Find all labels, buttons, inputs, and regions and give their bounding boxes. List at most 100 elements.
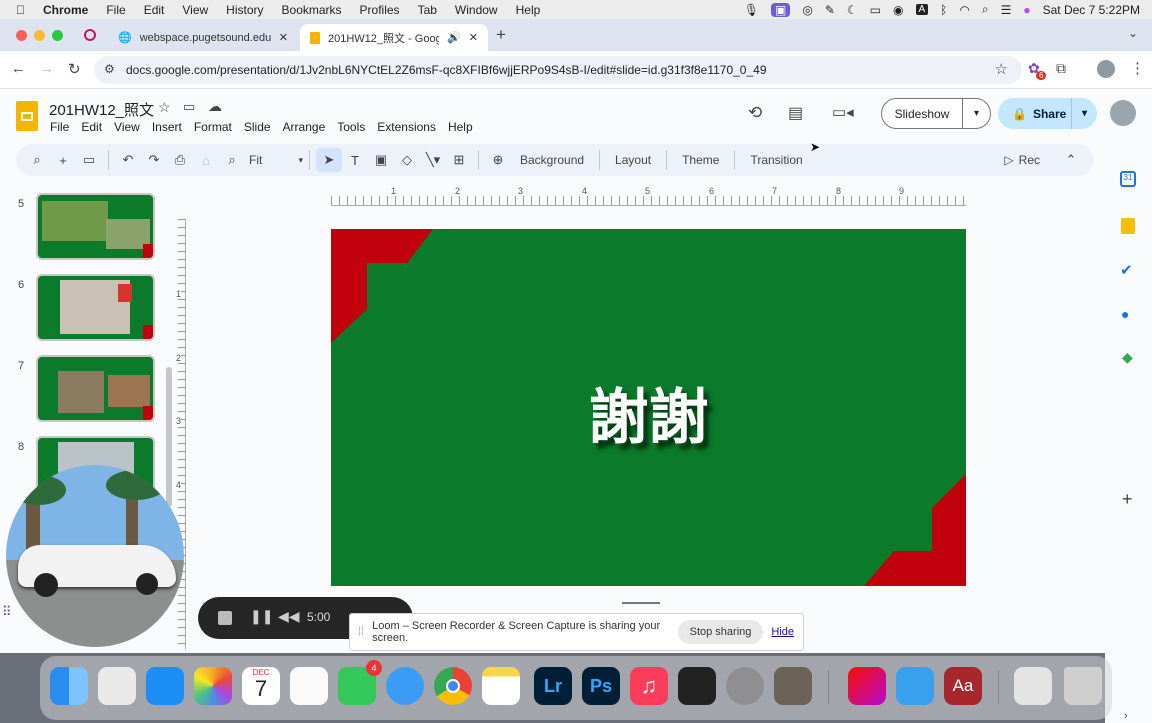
share-dropdown-icon[interactable]: ▾ <box>1071 98 1097 129</box>
photoshop-icon[interactable]: Ps <box>582 667 620 705</box>
docs-menu-file[interactable]: File <box>50 120 69 134</box>
zoom-icon[interactable]: ⌕ <box>219 148 245 172</box>
close-tab-icon[interactable]: ✕ <box>469 31 478 44</box>
paint-format-icon[interactable]: ⌂ <box>193 148 219 172</box>
keep-icon[interactable] <box>1121 218 1135 234</box>
chrome-menu-icon[interactable]: ⋮ <box>1130 59 1145 77</box>
safari-icon[interactable] <box>386 667 424 705</box>
app-store-house-icon[interactable] <box>774 667 812 705</box>
menu-history[interactable]: History <box>217 3 272 17</box>
microphone-icon[interactable]: 🎙 <box>744 3 759 17</box>
slide-text-box[interactable]: 謝謝 <box>331 369 966 456</box>
input-source-icon[interactable]: A <box>915 4 929 15</box>
app-menu-chrome[interactable]: Chrome <box>34 3 97 17</box>
menu-edit[interactable]: Edit <box>135 3 174 17</box>
notes-icon[interactable] <box>482 667 520 705</box>
spotlight-search-icon[interactable]: ⌕ <box>982 2 989 17</box>
wifi-icon[interactable]: ◠ <box>959 3 969 17</box>
menu-profiles[interactable]: Profiles <box>351 3 409 17</box>
privacy-status-icon[interactable]: ◎ <box>802 3 812 17</box>
select-pointer-icon[interactable]: ➤ <box>316 148 342 172</box>
docs-menu-insert[interactable]: Insert <box>152 120 182 134</box>
loom-camera-bubble[interactable] <box>6 465 184 647</box>
move-folder-icon[interactable]: ▭ <box>183 99 195 115</box>
tab-webspace[interactable]: 🌐 webspace.pugetsound.edu/fa ✕ <box>108 24 298 51</box>
lightroom-icon[interactable]: Lr <box>534 667 572 705</box>
mail-icon[interactable] <box>146 667 184 705</box>
profile-avatar[interactable] <box>1097 60 1115 78</box>
focus-moon-icon[interactable]: ☾ <box>847 3 858 17</box>
calendar-icon[interactable]: 31 <box>1120 171 1136 187</box>
add-comment-icon[interactable]: ⊕ <box>485 148 511 172</box>
chrome-icon[interactable] <box>434 667 472 705</box>
cloud-saved-icon[interactable]: ☁ <box>208 98 222 115</box>
extensions-puzzle-icon[interactable]: ⧉ <box>1056 60 1066 77</box>
insert-image-icon[interactable]: ▣ <box>368 148 394 172</box>
search-menus-icon[interactable]: ⌕ <box>24 148 50 172</box>
creative-cloud-icon[interactable] <box>848 667 886 705</box>
menu-view[interactable]: View <box>173 3 217 17</box>
dictionary-icon[interactable]: Aa <box>944 667 982 705</box>
reminders-icon[interactable] <box>290 667 328 705</box>
replace-image-icon[interactable]: ⊞ <box>446 148 472 172</box>
music-icon[interactable]: ♫ <box>630 667 668 705</box>
url-text[interactable]: docs.google.com/presentation/d/1Jv2nbL6N… <box>126 63 767 77</box>
reload-icon[interactable]: ↻ <box>68 60 81 78</box>
battery-icon[interactable]: ▭ <box>870 3 881 17</box>
version-history-icon[interactable]: ⟲ <box>748 103 762 123</box>
address-bar[interactable]: ⚙ docs.google.com/presentation/d/1Jv2nbL… <box>94 56 1022 84</box>
show-side-panel-icon[interactable]: › <box>1124 710 1128 722</box>
slide-thumbnail-7[interactable] <box>36 355 155 422</box>
background-button[interactable]: Background <box>511 153 593 167</box>
theme-button[interactable]: Theme <box>673 153 728 167</box>
zoom-select[interactable]: Fit ▾ <box>245 153 303 167</box>
transition-button[interactable]: Transition <box>741 153 811 167</box>
speaker-icon[interactable]: 🔊 <box>447 31 461 44</box>
filmstrip-scrollbar[interactable] <box>166 367 172 507</box>
speaker-notes-handle[interactable] <box>622 602 660 604</box>
launchpad-icon[interactable] <box>98 667 136 705</box>
new-slide-layout-icon[interactable]: ▭ <box>76 148 102 172</box>
menu-tab[interactable]: Tab <box>409 3 446 17</box>
comments-icon[interactable]: ▤ <box>788 103 803 123</box>
document-title[interactable]: 201HW12_照文 <box>49 99 154 120</box>
slide-thumbnail-6[interactable] <box>36 274 155 341</box>
docs-menu-extensions[interactable]: Extensions <box>377 120 436 134</box>
docs-menu-view[interactable]: View <box>114 120 140 134</box>
zoom-window-button[interactable] <box>52 30 63 41</box>
close-window-button[interactable] <box>16 30 27 41</box>
notice-drag-handle-icon[interactable]: ⁞⁞ <box>358 626 364 638</box>
calendar-app-icon[interactable]: DEC 7 <box>242 667 280 705</box>
forward-arrow-icon[interactable]: → <box>39 60 54 77</box>
app-store-icon[interactable] <box>896 667 934 705</box>
airdrop-icon[interactable]: ◉ <box>893 3 903 17</box>
get-addons-icon[interactable]: + <box>1122 489 1133 510</box>
maps-icon[interactable]: ◆ <box>1122 349 1133 366</box>
tab-google-slides[interactable]: 201HW12_照文 - Google S 🔊 ✕ <box>300 24 488 51</box>
meet-camera-icon[interactable]: ▭◂ <box>832 103 854 121</box>
current-slide[interactable]: 謝謝 <box>331 229 966 586</box>
line-icon[interactable]: ╲▾ <box>420 148 446 172</box>
docs-menu-help[interactable]: Help <box>448 120 473 134</box>
bluetooth-icon[interactable]: ᛒ <box>940 3 947 17</box>
redo-icon[interactable]: ↷ <box>141 148 167 172</box>
docs-menu-format[interactable]: Format <box>194 120 232 134</box>
share-button[interactable]: 🔒 Share ▾ <box>998 98 1097 129</box>
text-box-icon[interactable]: T <box>342 148 368 172</box>
tasks-icon[interactable]: ✔ <box>1120 261 1133 279</box>
new-tab-button[interactable]: + <box>496 25 506 45</box>
star-icon[interactable]: ☆ <box>158 99 171 116</box>
slideshow-button[interactable]: Slideshow ▾ <box>881 98 991 129</box>
docs-menu-arrange[interactable]: Arrange <box>283 120 326 134</box>
menubar-clock[interactable]: Sat Dec 7 5:22PM <box>1043 3 1140 17</box>
docs-menu-edit[interactable]: Edit <box>81 120 102 134</box>
shape-icon[interactable]: ◇ <box>394 148 420 172</box>
siri-icon[interactable]: ● <box>1023 3 1030 17</box>
bookmark-star-icon[interactable]: ☆ <box>995 60 1008 78</box>
activity-monitor-icon[interactable] <box>678 667 716 705</box>
finder-icon[interactable] <box>50 667 88 705</box>
close-tab-icon[interactable]: ✕ <box>279 31 288 44</box>
script-icon[interactable]: ✎ <box>825 3 835 17</box>
loom-status-icon[interactable]: ▣ <box>771 2 791 17</box>
apple-menu-icon[interactable]:  <box>0 3 34 17</box>
